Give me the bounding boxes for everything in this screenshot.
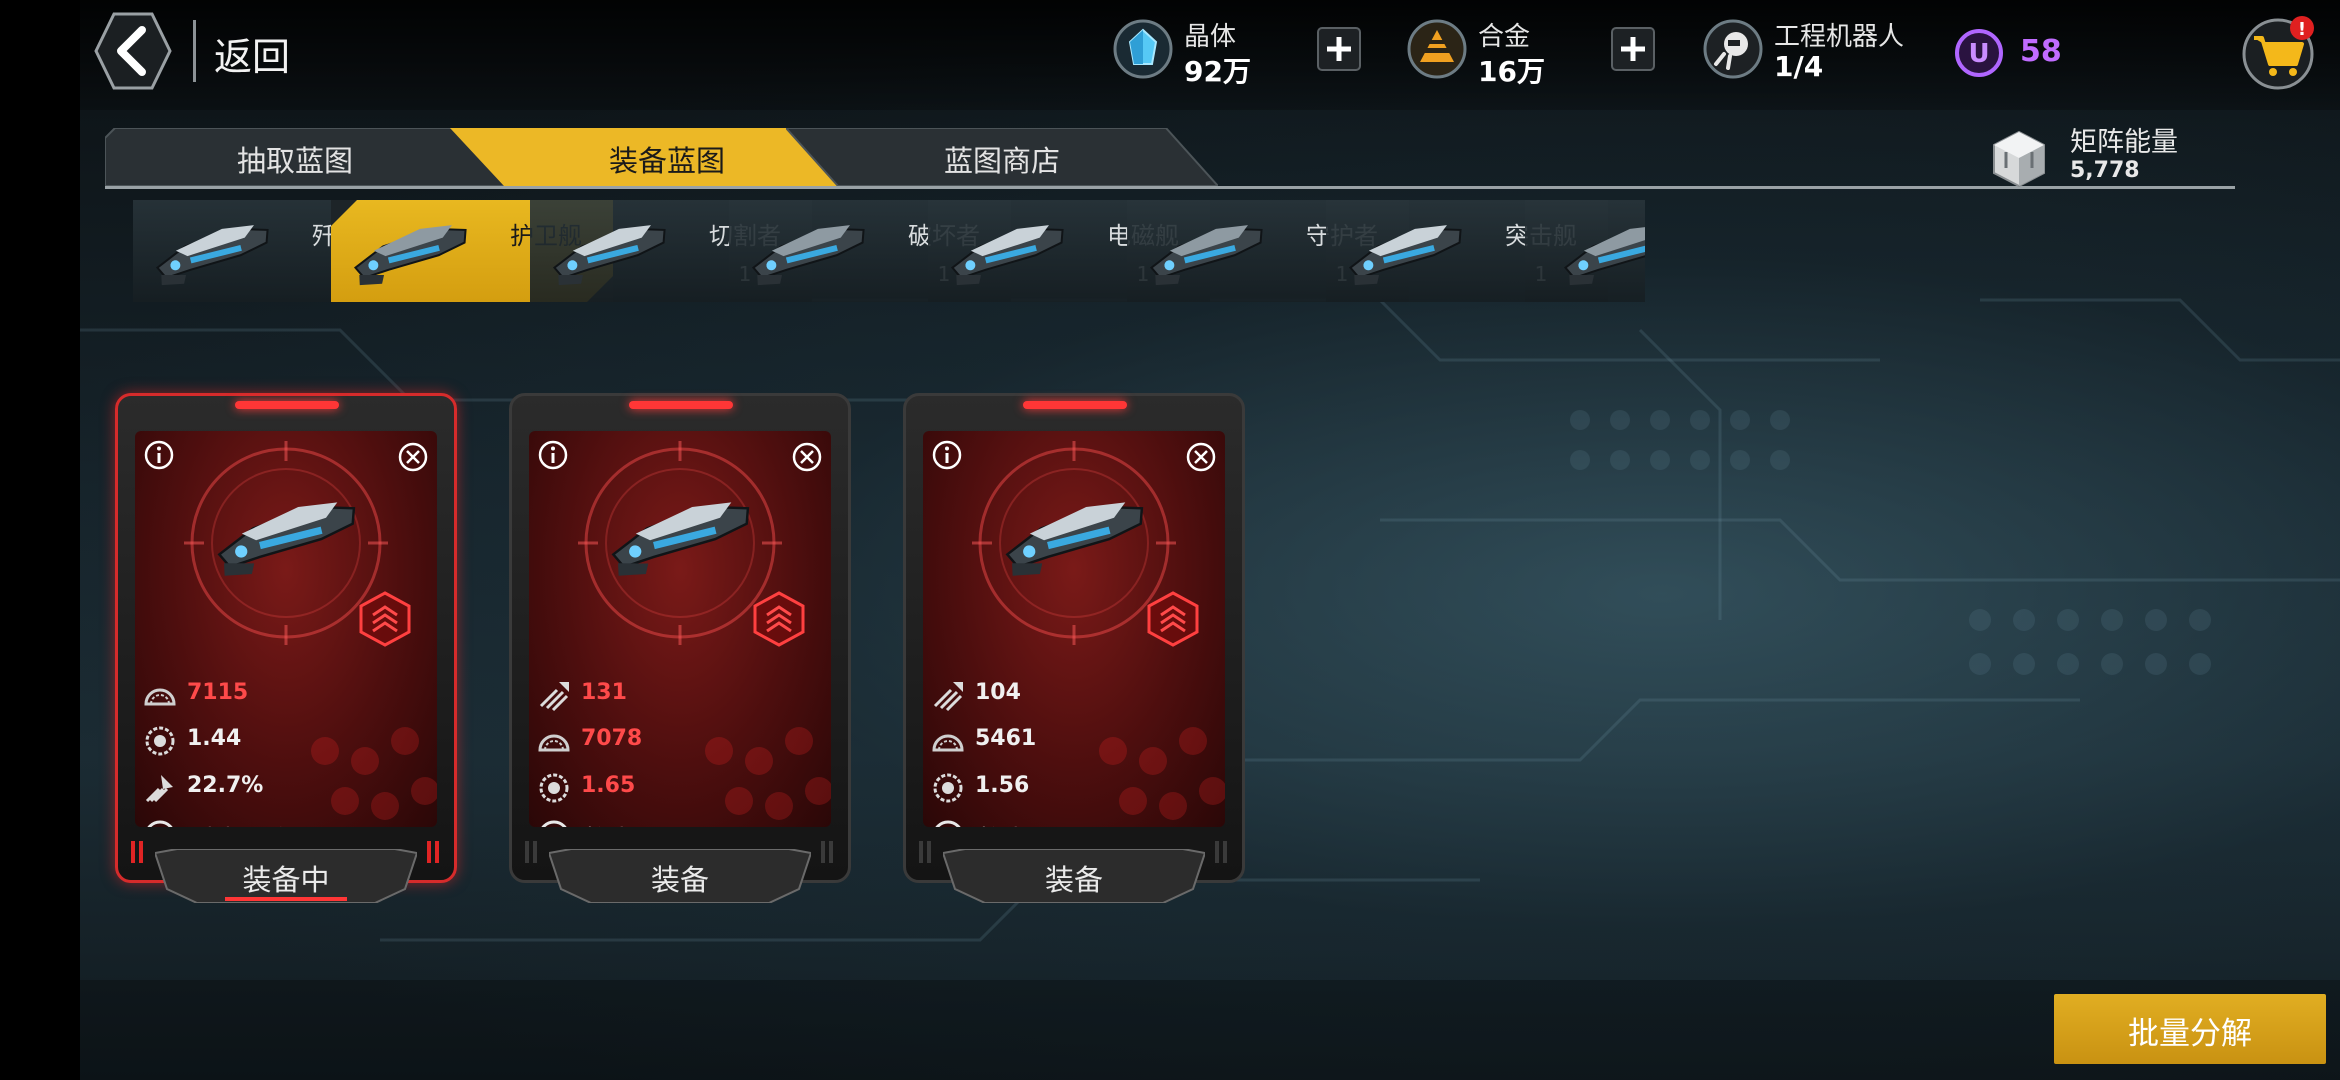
stat-value: 7115	[187, 680, 249, 705]
card-body: 104 5461 1.56 静电场	[923, 431, 1225, 827]
card-side-light	[819, 841, 837, 863]
info-icon[interactable]	[537, 439, 569, 471]
resource-robot: 工程机器人 1/4	[1702, 14, 1962, 90]
game-screen: 返回 晶体 92万 合金 16万 工程机器人 1/4 U 58 抽取蓝图 装备蓝…	[80, 0, 2340, 1080]
skill-row: 时光回溯	[143, 819, 423, 827]
equip-button[interactable]: 装备	[943, 849, 1205, 903]
card-glow	[629, 401, 733, 409]
robot-label: 工程机器人	[1774, 22, 1905, 52]
ship-type-item-partial[interactable]	[1525, 200, 1645, 302]
stat-value: 131	[581, 680, 627, 705]
resource-alloy: 合金 16万	[1406, 14, 1546, 90]
equip-button-label: 装备中	[242, 863, 330, 897]
divider	[193, 20, 196, 82]
alloy-label: 合金	[1478, 22, 1531, 52]
back-label[interactable]: 返回	[214, 26, 290, 81]
stat-value: 5461	[975, 726, 1037, 751]
stat-row: 1.65	[537, 771, 817, 805]
stat-value: 22.7%	[187, 773, 264, 798]
skill-row: 静电场	[931, 819, 1211, 827]
card-body: 131 7078 1.65 静电场	[529, 431, 831, 827]
robot-icon	[1703, 19, 1763, 79]
card-glow	[235, 401, 339, 409]
premium-currency-icon: U	[1955, 29, 2003, 77]
alloy-value: 16万	[1478, 55, 1545, 88]
svg-text:U: U	[1968, 39, 1989, 69]
stat-value: 1.56	[975, 773, 1030, 798]
stat-row: 5461	[931, 724, 1211, 758]
tab-underline	[105, 186, 2235, 189]
premium-value: 58	[2020, 34, 2062, 69]
stat-row: 104	[931, 678, 1211, 712]
stat-value: 104	[975, 680, 1021, 705]
tab-blueprint-shop[interactable]: 蓝图商店	[786, 128, 1218, 186]
stat-row: 22.7%	[143, 771, 423, 805]
skill-name: 静电场	[583, 820, 661, 827]
ship-thumbnail	[1340, 206, 1470, 296]
rank-chevron-icon	[359, 591, 411, 647]
skill-name: 静电场	[977, 820, 1055, 827]
matrix-energy-value: 5,778	[2070, 158, 2140, 183]
stat-value: 7078	[581, 726, 643, 751]
stat-row: 1.44	[143, 724, 423, 758]
card-body: 7115 1.44 22.7% 时光回溯	[135, 431, 437, 827]
crystal-icon	[1113, 19, 1173, 79]
add-crystal-button[interactable]	[1317, 27, 1361, 71]
top-bar: 返回 晶体 92万 合金 16万 工程机器人 1/4 U 58	[80, 0, 2340, 110]
ship-thumbnail	[1555, 206, 1645, 296]
tab-label: 蓝图商店	[943, 144, 1060, 178]
equip-button[interactable]: 装备	[549, 849, 811, 903]
cart-badge: !	[2298, 19, 2306, 40]
skill-row: 静电场	[537, 819, 817, 827]
ship-thumbnail	[147, 206, 277, 296]
info-icon[interactable]	[931, 439, 963, 471]
equip-button-label: 装备	[650, 863, 709, 897]
skill-name: 时光回溯	[189, 820, 293, 827]
blueprint-card[interactable]: 7115 1.44 22.7% 时光回溯 装备中	[115, 393, 457, 903]
ship-thumbnail	[544, 206, 674, 296]
close-icon[interactable]	[791, 441, 823, 473]
shop-cart-button[interactable]: !	[2240, 14, 2318, 90]
card-glow	[1023, 401, 1127, 409]
blueprint-card[interactable]: 104 5461 1.56 静电场 装备	[903, 393, 1245, 903]
ship-thumbnail	[1141, 206, 1271, 296]
bulk-dismantle-button[interactable]: 批量分解	[2054, 994, 2326, 1064]
card-side-light	[425, 841, 443, 863]
crystal-value: 92万	[1184, 55, 1251, 88]
matrix-cube-icon	[1993, 130, 2045, 188]
stat-value: 1.65	[581, 773, 636, 798]
robot-value: 1/4	[1774, 50, 1824, 83]
close-icon[interactable]	[397, 441, 429, 473]
rank-chevron-icon	[1147, 591, 1199, 647]
add-alloy-button[interactable]	[1611, 27, 1655, 71]
equipped-button[interactable]: 装备中	[155, 849, 417, 903]
blueprint-ship-image	[201, 479, 371, 589]
card-side-light	[1213, 841, 1231, 863]
ship-thumbnail	[942, 206, 1072, 296]
stat-row: 7115	[143, 678, 423, 712]
ship-thumbnail	[345, 206, 475, 296]
card-side-light	[129, 841, 147, 863]
blueprint-ship-image	[989, 479, 1159, 589]
stat-row: 1.56	[931, 771, 1211, 805]
blueprint-card[interactable]: 131 7078 1.65 静电场 装备	[509, 393, 851, 903]
rank-chevron-icon	[753, 591, 805, 647]
bulk-dismantle-label: 批量分解	[2128, 1016, 2252, 1052]
blueprint-ship-image	[595, 479, 765, 589]
stat-row: 7078	[537, 724, 817, 758]
ship-thumbnail	[743, 206, 873, 296]
tab-label: 抽取蓝图	[236, 144, 353, 178]
equip-button-label: 装备	[1044, 863, 1103, 897]
card-side-light	[523, 841, 541, 863]
card-side-light	[917, 841, 935, 863]
alloy-icon	[1407, 19, 1467, 79]
resource-crystal: 晶体 92万	[1112, 14, 1252, 90]
info-icon[interactable]	[143, 439, 175, 471]
matrix-energy-label: 矩阵能量	[2070, 127, 2178, 158]
crystal-label: 晶体	[1184, 22, 1237, 52]
close-icon[interactable]	[1185, 441, 1217, 473]
stat-row: 131	[537, 678, 817, 712]
stat-value: 1.44	[187, 726, 242, 751]
back-button[interactable]	[94, 12, 172, 90]
